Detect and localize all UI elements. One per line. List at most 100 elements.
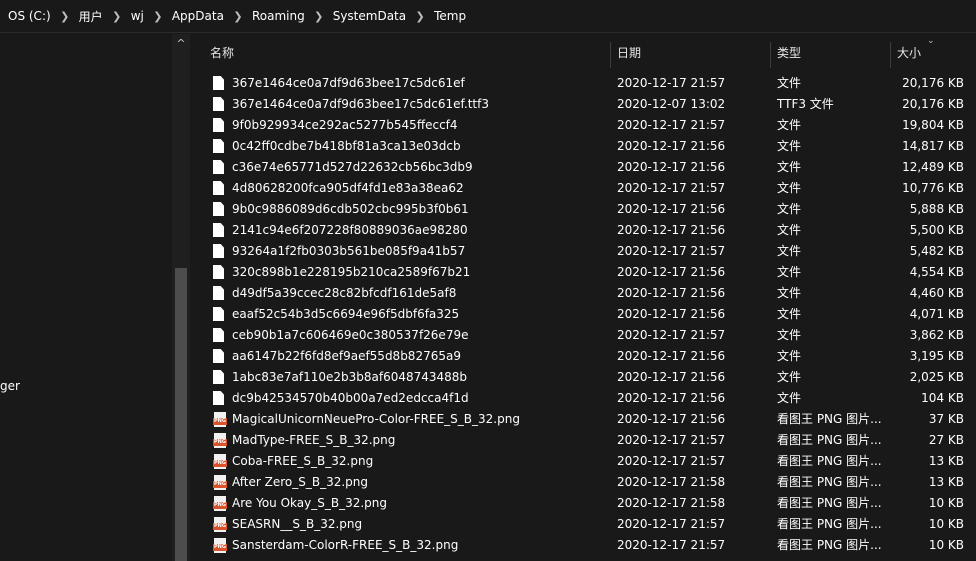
file-type: 文件 (777, 349, 802, 363)
breadcrumb-roaming[interactable]: Roaming (252, 9, 305, 23)
breadcrumb-appdata[interactable]: AppData (172, 9, 224, 23)
file-date: 2020-12-17 21:58 (617, 475, 726, 489)
breadcrumb-users[interactable]: 用户 (79, 8, 103, 25)
file-row[interactable]: PNG MagicalUnicornNeuePro-Color-FREE_S_B_… (190, 409, 976, 430)
file-row[interactable]: PNG Sansterdam-ColorR-FREE_S_B_32.png 2020… (190, 535, 976, 556)
png-image-icon: PNG (213, 433, 227, 448)
file-name: 320c898b1e228195b210ca2589f67b21 (232, 265, 471, 279)
document-icon (213, 328, 227, 343)
file-type: 文件 (777, 370, 802, 384)
file-date: 2020-12-17 21:57 (617, 181, 726, 195)
file-size: 20,176 KB (902, 97, 964, 111)
file-row[interactable]: 93264a1f2fb0303b561be085f9a41b57 2020-12-… (190, 241, 976, 262)
file-type: 文件 (777, 202, 802, 216)
file-type: 文件 (777, 181, 802, 195)
file-row[interactable]: 367e1464ce0a7df9d63bee17c5dc61ef 2020-12-… (190, 73, 976, 94)
file-row[interactable]: PNG SEASRN__S_B_32.png 2020-12-17 21:57 看图王… (190, 514, 976, 535)
file-row[interactable]: 320c898b1e228195b210ca2589f67b21 2020-12-… (190, 262, 976, 283)
file-row[interactable]: aa6147b22f6fd8ef9aef55d8b82765a9 2020-12-… (190, 346, 976, 367)
file-name: 367e1464ce0a7df9d63bee17c5dc61ef (232, 76, 465, 90)
breadcrumb-user[interactable]: wj (131, 9, 144, 23)
file-row[interactable]: PNG After Zero_S_B_32.png 2020-12-17 21:58… (190, 472, 976, 493)
file-name: 0c42ff0cdbe7b418bf81a3ca13e03dcb (232, 139, 461, 153)
breadcrumb-temp[interactable]: Temp (434, 9, 466, 23)
file-date: 2020-12-17 21:57 (617, 517, 726, 531)
file-date: 2020-12-07 13:02 (617, 97, 726, 111)
file-row[interactable]: 4d80628200fca905df4fd1e83a38ea62 2020-12-… (190, 178, 976, 199)
png-badge: PNG (213, 439, 227, 446)
file-type: 看图王 PNG 图片... (777, 538, 882, 552)
file-type: 文件 (777, 223, 802, 237)
file-name: 367e1464ce0a7df9d63bee17c5dc61ef.ttf3 (232, 97, 489, 111)
file-row[interactable]: 0c42ff0cdbe7b418bf81a3ca13e03dcb 2020-12-… (190, 136, 976, 157)
file-size: 4,460 KB (909, 286, 964, 300)
file-size: 5,500 KB (909, 223, 964, 237)
file-size: 10 KB (928, 496, 964, 510)
file-date: 2020-12-17 21:56 (617, 307, 726, 321)
file-row[interactable]: ceb90b1a7c606469e0c380537f26e79e 2020-12-… (190, 325, 976, 346)
file-name: aa6147b22f6fd8ef9aef55d8b82765a9 (232, 349, 461, 363)
file-row[interactable]: 1abc83e7af110e2b3b8af6048743488b 2020-12-… (190, 367, 976, 388)
file-row[interactable]: PNG Are You Okay_S_B_32.png 2020-12-17 21:… (190, 493, 976, 514)
file-size: 12,489 KB (902, 160, 964, 174)
file-row[interactable]: 2141c94e6f207228f80889036ae98280 2020-12-… (190, 220, 976, 241)
file-type: 文件 (777, 391, 802, 405)
png-badge: PNG (213, 460, 227, 467)
file-row[interactable]: 9f0b929934ce292ac5277b545ffeccf4 2020-12-… (190, 115, 976, 136)
png-image-icon: PNG (213, 517, 227, 532)
column-header-date[interactable]: 日期 (617, 38, 641, 68)
breadcrumb-chevron-icon[interactable]: ❯ (406, 10, 434, 23)
document-icon (213, 307, 227, 322)
file-name: MadType-FREE_S_B_32.png (232, 433, 396, 447)
breadcrumb-chevron-icon[interactable]: ❯ (305, 10, 333, 23)
png-badge: PNG (213, 523, 227, 530)
png-badge: PNG (213, 502, 227, 509)
nav-item-partial[interactable]: ger (0, 379, 20, 393)
file-row[interactable]: c36e74e65771d527d22632cb56bc3db9 2020-12-… (190, 157, 976, 178)
file-type: 看图王 PNG 图片... (777, 517, 882, 531)
file-row[interactable]: eaaf52c54b3d5c6694e96f5dbf6fa325 2020-12-… (190, 304, 976, 325)
document-icon (213, 286, 227, 301)
file-row[interactable]: PNG Coba-FREE_S_B_32.png 2020-12-17 21:57 看… (190, 451, 976, 472)
file-date: 2020-12-17 21:57 (617, 118, 726, 132)
column-divider[interactable] (890, 42, 891, 68)
column-header-type[interactable]: 类型 (777, 38, 801, 68)
file-name: SEASRN__S_B_32.png (232, 517, 363, 531)
breadcrumb-chevron-icon[interactable]: ❯ (51, 10, 79, 23)
column-divider[interactable] (610, 42, 611, 68)
file-type: 看图王 PNG 图片... (777, 475, 882, 489)
file-size: 3,862 KB (909, 328, 964, 342)
nav-scrollbar-thumb[interactable] (175, 268, 187, 561)
document-icon (213, 202, 227, 217)
file-row[interactable]: PNG MadType-FREE_S_B_32.png 2020-12-17 21:… (190, 430, 976, 451)
column-header-size[interactable]: 大小 (897, 38, 921, 68)
file-type: 看图王 PNG 图片... (777, 454, 882, 468)
breadcrumb-chevron-icon[interactable]: ❯ (144, 10, 172, 23)
column-header-name[interactable]: 名称 (210, 38, 234, 68)
column-divider[interactable] (770, 42, 771, 68)
breadcrumb-chevron-icon[interactable]: ❯ (103, 10, 131, 23)
file-date: 2020-12-17 21:56 (617, 370, 726, 384)
breadcrumb-systemdata[interactable]: SystemData (333, 9, 406, 23)
scroll-up-icon[interactable]: ^ (172, 36, 190, 52)
file-type: 文件 (777, 265, 802, 279)
breadcrumb-drive[interactable]: OS (C:) (8, 9, 51, 23)
file-row[interactable]: dc9b42534570b40b00a7ed2edcca4f1d 2020-12-… (190, 388, 976, 409)
file-type: 文件 (777, 286, 802, 300)
file-date: 2020-12-17 21:57 (617, 538, 726, 552)
file-date: 2020-12-17 21:56 (617, 286, 726, 300)
file-date: 2020-12-17 21:57 (617, 454, 726, 468)
file-row[interactable]: 9b0c9886089d6cdb502cbc995b3f0b61 2020-12-… (190, 199, 976, 220)
document-icon (213, 370, 227, 385)
file-size: 2,025 KB (909, 370, 964, 384)
png-image-icon: PNG (213, 496, 227, 511)
file-row[interactable]: 367e1464ce0a7df9d63bee17c5dc61ef.ttf3 202… (190, 94, 976, 115)
file-date: 2020-12-17 21:56 (617, 160, 726, 174)
breadcrumb-chevron-icon[interactable]: ❯ (224, 10, 252, 23)
file-name: ceb90b1a7c606469e0c380537f26e79e (232, 328, 469, 342)
file-row[interactable]: d49df5a39ccec28c82bfcdf161de5af8 2020-12-… (190, 283, 976, 304)
address-bar[interactable]: OS (C:) ❯ 用户 ❯ wj ❯ AppData ❯ Roaming ❯ … (0, 0, 976, 33)
png-image-icon: PNG (213, 412, 227, 427)
file-name: d49df5a39ccec28c82bfcdf161de5af8 (232, 286, 457, 300)
png-badge: PNG (213, 544, 227, 551)
